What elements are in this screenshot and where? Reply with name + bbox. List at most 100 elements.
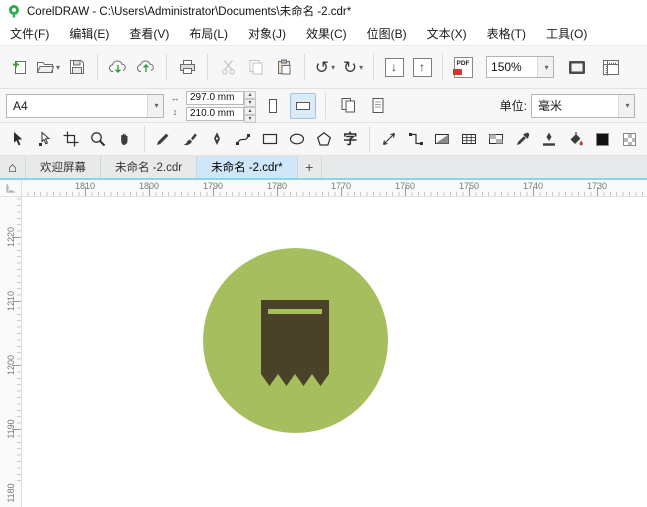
- menu-edit[interactable]: 编辑(E): [59, 22, 119, 45]
- outline-color-swatch[interactable]: [590, 126, 616, 153]
- outline-pen-tool[interactable]: [536, 126, 562, 153]
- ellipse-tool[interactable]: [284, 126, 310, 153]
- page-width-field[interactable]: [186, 90, 244, 105]
- toolbar-separator: [97, 54, 99, 80]
- page-width-icon: ↔: [170, 93, 180, 103]
- fill-tool[interactable]: [563, 126, 589, 153]
- stepper-down-icon[interactable]: ▾: [244, 98, 256, 107]
- zoom-level-input[interactable]: [487, 60, 538, 74]
- bezier-tool[interactable]: [231, 126, 257, 153]
- all-pages-button[interactable]: [335, 93, 361, 119]
- stepper-up-icon[interactable]: ▴: [244, 90, 256, 99]
- landscape-icon: [296, 101, 310, 110]
- interactive-fill-tool[interactable]: [430, 126, 456, 153]
- cloud-upload-icon: [136, 60, 154, 72]
- paste-button[interactable]: [271, 51, 297, 83]
- tab-document-2-active[interactable]: 未命名 -2.cdr*: [197, 156, 298, 178]
- units-combobox[interactable]: 毫米 ▾: [531, 93, 635, 118]
- page-height-field[interactable]: [186, 106, 244, 121]
- rectangle-tool[interactable]: [257, 126, 283, 153]
- redo-button[interactable]: ↻ ▾: [340, 51, 366, 83]
- zoom-tool[interactable]: [85, 126, 111, 153]
- menu-tools[interactable]: 工具(O): [536, 22, 597, 45]
- pen-tool[interactable]: [204, 126, 230, 153]
- save-icon: [70, 60, 85, 74]
- checker-swatch-icon: [622, 132, 636, 146]
- standard-toolbar: ▾ ↺ ▾ ↻ ▾ ↓ ↑ PDF 150% ▾: [0, 46, 647, 89]
- save-button[interactable]: [64, 51, 90, 83]
- new-document-button[interactable]: [6, 51, 32, 83]
- undo-dropdown-icon[interactable]: ▾: [331, 63, 335, 72]
- page-size-dropdown-button[interactable]: ▾: [147, 94, 163, 117]
- ticket-receipt-icon[interactable]: [261, 300, 329, 390]
- pan-tool[interactable]: [112, 126, 138, 153]
- fill-color-swatch[interactable]: [616, 126, 642, 153]
- open-from-cloud-button[interactable]: [105, 51, 131, 83]
- print-button[interactable]: [174, 51, 200, 83]
- portrait-button[interactable]: [260, 93, 286, 119]
- crop-tool[interactable]: [58, 126, 84, 153]
- outline-pen-icon: [543, 132, 556, 146]
- tab-document-1[interactable]: 未命名 -2.cdr: [101, 156, 198, 178]
- h-ruler-label: 1760: [394, 181, 416, 191]
- copy-icon: [249, 60, 263, 75]
- connector-tool[interactable]: [403, 126, 429, 153]
- publish-to-pdf-button[interactable]: PDF: [450, 51, 476, 83]
- transparency-tool[interactable]: [483, 126, 509, 153]
- menu-object[interactable]: 对象(J): [238, 22, 296, 45]
- shape-tool[interactable]: [32, 126, 58, 153]
- current-page-button[interactable]: [365, 93, 391, 119]
- paste-icon: [278, 59, 291, 75]
- export-icon: ↑: [412, 57, 432, 77]
- menu-layout[interactable]: 布局(L): [179, 22, 238, 45]
- full-screen-preview-button[interactable]: [564, 51, 590, 83]
- black-swatch-icon: [596, 132, 610, 146]
- undo-button[interactable]: ↺ ▾: [312, 51, 338, 83]
- stepper-up-icon[interactable]: ▴: [244, 106, 256, 115]
- tab-welcome-screen[interactable]: 欢迎屏幕: [26, 156, 101, 178]
- units-dropdown-button[interactable]: ▾: [618, 94, 634, 117]
- new-tab-button[interactable]: +: [298, 156, 322, 178]
- menu-file[interactable]: 文件(F): [0, 22, 59, 45]
- text-tool[interactable]: 字: [337, 126, 363, 153]
- vertical-ruler[interactable]: 1220 1210 1200 1190 1180: [0, 197, 22, 507]
- landscape-button[interactable]: [290, 92, 316, 119]
- portrait-icon: [269, 98, 277, 113]
- save-to-cloud-button[interactable]: [133, 51, 159, 83]
- freehand-tool[interactable]: [151, 126, 177, 153]
- menu-text[interactable]: 文本(X): [417, 22, 477, 45]
- zoom-dropdown-button[interactable]: ▾: [537, 57, 554, 77]
- ruler-origin-button[interactable]: [0, 180, 22, 196]
- green-circle-shape[interactable]: [203, 248, 388, 433]
- pick-tool[interactable]: [5, 126, 31, 153]
- home-tab-button[interactable]: ⌂: [0, 156, 26, 178]
- undo-icon: ↺: [314, 57, 330, 77]
- toolbox-separator: [369, 126, 371, 152]
- import-button[interactable]: ↓: [381, 51, 407, 83]
- menu-bitmaps[interactable]: 位图(B): [357, 22, 417, 45]
- mesh-fill-tool[interactable]: [456, 126, 482, 153]
- polygon-tool[interactable]: [311, 126, 337, 153]
- artistic-media-tool[interactable]: [177, 126, 203, 153]
- v-ruler-label: 1190: [5, 419, 16, 439]
- h-ruler-label: 1800: [138, 181, 160, 191]
- drawing-canvas[interactable]: [22, 197, 647, 507]
- stepper-down-icon[interactable]: ▾: [244, 114, 256, 123]
- tab-label: 欢迎屏幕: [40, 162, 86, 174]
- pencil-icon: [157, 133, 169, 145]
- horizontal-ruler[interactable]: 1810 1800 1790 1780 1770 1760 1750 1740 …: [22, 180, 647, 196]
- units-label: 单位:: [499, 99, 527, 113]
- h-ruler-label: 1780: [266, 181, 288, 191]
- menu-view[interactable]: 查看(V): [119, 22, 179, 45]
- menu-effects[interactable]: 效果(C): [296, 22, 357, 45]
- show-rulers-button[interactable]: [598, 51, 624, 83]
- eyedropper-tool[interactable]: [510, 126, 536, 153]
- menu-table[interactable]: 表格(T): [477, 22, 536, 45]
- export-button[interactable]: ↑: [409, 51, 435, 83]
- page-size-combobox[interactable]: A4 ▾: [6, 93, 164, 118]
- open-button[interactable]: ▾: [34, 51, 62, 83]
- redo-dropdown-icon[interactable]: ▾: [359, 63, 363, 72]
- checker-square-icon: [488, 134, 503, 144]
- open-dropdown-icon[interactable]: ▾: [56, 63, 60, 72]
- dimension-tool[interactable]: [376, 126, 402, 153]
